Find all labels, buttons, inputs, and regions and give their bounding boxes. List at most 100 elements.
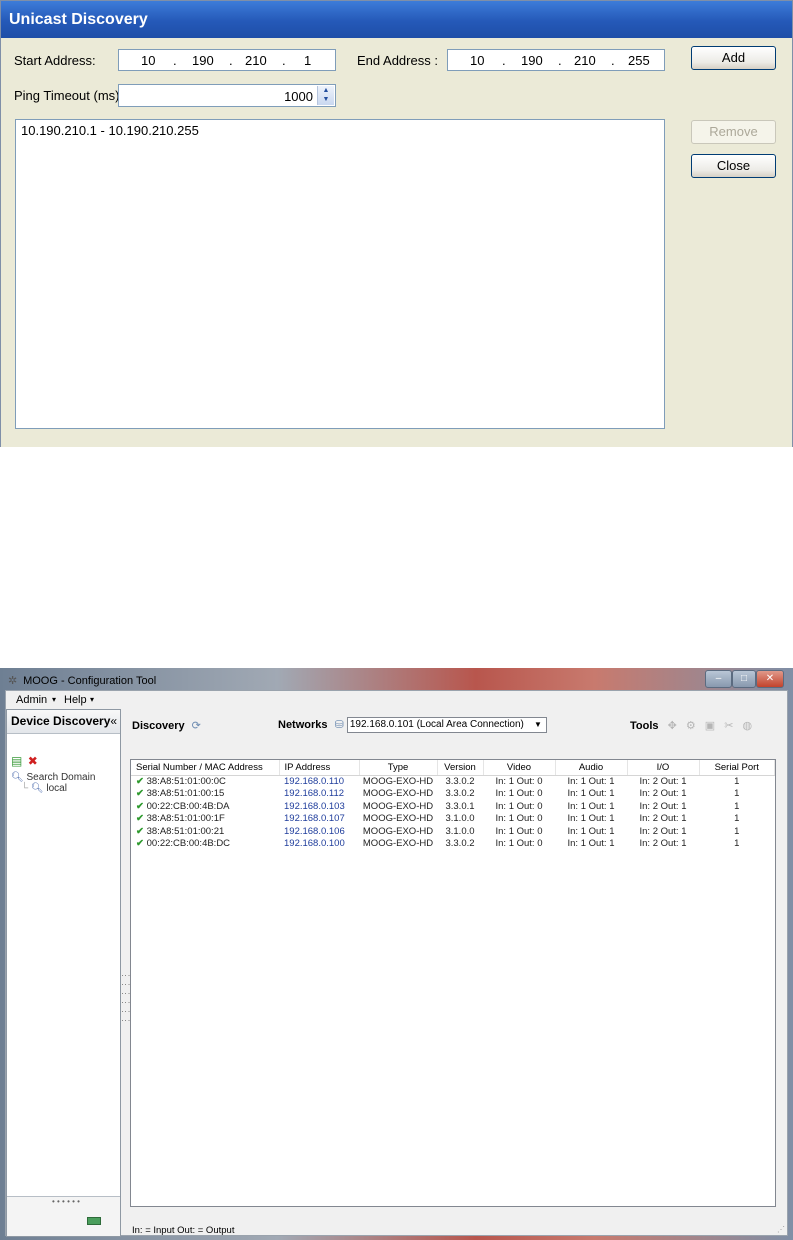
minimize-button[interactable]: – [705, 670, 732, 688]
audio-cell: In: 1 Out: 1 [567, 825, 615, 837]
panel-title: Device Discovery [11, 714, 111, 728]
column-header[interactable]: Type [359, 760, 438, 776]
resize-grip-icon[interactable]: ⋰ [777, 1225, 785, 1234]
version-cell: 3.3.0.2 [445, 775, 475, 787]
audio-cell: In: 1 Out: 1 [567, 813, 615, 824]
tools-group: Tools ✥ ⚙ ▣ ✂ ◍ [630, 719, 752, 732]
network-icon: ⛁ [334, 718, 344, 731]
refresh-icon[interactable]: ⟳ [192, 719, 201, 732]
menu-admin[interactable]: Admin [16, 694, 47, 706]
column-header[interactable]: Serial Number / MAC Address [131, 760, 280, 776]
close-button[interactable]: Close [691, 154, 776, 178]
check-icon: ✔ [136, 800, 144, 812]
search-icon: 🔍︎ [11, 772, 24, 783]
move-icon[interactable]: ✥ [668, 720, 677, 732]
start-address-field[interactable]: 10 . 190 . 210 . 1 [118, 49, 336, 71]
io-cell: In: 2 Out: 1 [639, 800, 687, 812]
serial-port-cell: 1 [734, 825, 740, 837]
ip-cell: 192.168.0.100 [284, 838, 345, 849]
column-header[interactable]: Video [483, 760, 556, 776]
end-address-field[interactable]: 10 . 190 . 210 . 255 [447, 49, 665, 71]
search-icon: 🔍︎ [30, 783, 44, 794]
video-cell: In: 1 Out: 0 [495, 800, 543, 812]
ip-cell: 192.168.0.107 [284, 813, 345, 824]
ping-timeout-label: Ping Timeout (ms): [14, 88, 124, 103]
main-toolbar: Discovery ⟳ Networks ⛁ 192.168.0.101 (Lo… [132, 709, 787, 743]
panel-tools: ▤ ✖ [11, 754, 38, 768]
dot: . [173, 53, 177, 68]
edit-icon[interactable]: ▣ [705, 720, 715, 732]
video-cell: In: 1 Out: 0 [495, 775, 543, 787]
version-cell: 3.1.0.0 [445, 825, 475, 837]
table-row[interactable]: ✔ 38:A8:51:01:00:15 192.168.0.112 MOOG-E… [131, 788, 775, 801]
video-cell: In: 1 Out: 0 [495, 788, 543, 799]
io-cell: In: 2 Out: 1 [639, 788, 687, 799]
collapse-panel-icon[interactable]: « [110, 710, 117, 732]
audio-cell: In: 1 Out: 1 [567, 800, 615, 812]
start-octet-2: 190 [192, 53, 214, 68]
table-row[interactable]: ✔ 00:22:CB:00:4B:DC 192.168.0.100 MOOG-E… [131, 838, 775, 851]
window-close-button[interactable]: ✕ [756, 670, 784, 688]
type-cell: MOOG-EXO-HD [362, 788, 434, 799]
panel-footer: • • • • • • [7, 1196, 120, 1236]
mac-cell: 38:A8:51:01:00:0C [146, 775, 226, 787]
table-header-row: Serial Number / MAC Address IP Address T… [131, 760, 775, 776]
maximize-button[interactable]: □ [732, 670, 756, 688]
mac-cell: 38:A8:51:01:00:15 [146, 788, 225, 799]
app-gear-icon: ✲ [8, 675, 18, 687]
wrench-icon[interactable]: ✂ [724, 720, 733, 732]
ip-cell: 192.168.0.112 [284, 788, 345, 799]
discovery-group: Discovery ⟳ [132, 719, 201, 732]
column-header[interactable]: I/O [627, 760, 700, 776]
network-select[interactable]: 192.168.0.101 (Local Area Connection) ▼ [346, 717, 547, 733]
ip-cell: 192.168.0.106 [284, 825, 345, 837]
add-domain-icon[interactable]: ▤ [11, 754, 22, 768]
dot: . [611, 53, 615, 68]
table-row[interactable]: ✔ 38:A8:51:01:00:1F 192.168.0.107 MOOG-E… [131, 813, 775, 826]
settings-icon[interactable]: ⚙ [686, 720, 696, 732]
audio-cell: In: 1 Out: 1 [567, 788, 615, 799]
type-cell: MOOG-EXO-HD [362, 838, 434, 849]
remove-button[interactable]: Remove [691, 120, 776, 144]
tree-child-label: local [46, 783, 67, 794]
panel-header: Device Discovery « [7, 710, 120, 734]
spin-down-icon[interactable]: ▼ [318, 95, 334, 104]
grip-handle[interactable]: • • • • • • [52, 1197, 80, 1206]
table-row[interactable]: ✔ 38:A8:51:01:00:0C 192.168.0.110 MOOG-E… [131, 775, 775, 788]
globe-icon[interactable]: ◍ [743, 720, 753, 732]
menu-help[interactable]: Help [64, 694, 87, 706]
type-cell: MOOG-EXO-HD [362, 775, 434, 787]
table-row[interactable]: ✔ 00:22:CB:00:4B:DA 192.168.0.103 MOOG-E… [131, 801, 775, 814]
moog-config-window: ✲ MOOG - Configuration Tool – □ ✕ Admin … [0, 668, 793, 1240]
spin-up-icon[interactable]: ▲ [318, 86, 334, 95]
device-discovery-panel: Device Discovery « ▤ ✖ 🔍︎ Search Domain … [6, 709, 121, 1237]
video-cell: In: 1 Out: 0 [495, 838, 543, 849]
column-header[interactable]: Audio [555, 760, 628, 776]
tree-root-label: Search Domain [26, 772, 96, 783]
tree-item-local[interactable]: └ 🔍︎ local [11, 783, 95, 794]
dialog-title: Unicast Discovery [1, 1, 792, 38]
audio-cell: In: 1 Out: 1 [567, 775, 615, 787]
ping-timeout-spinner[interactable]: 1000 ▲ ▼ [118, 84, 336, 107]
dot: . [282, 53, 286, 68]
tree-item-search-domain[interactable]: 🔍︎ Search Domain [11, 772, 95, 783]
device-table: Serial Number / MAC Address IP Address T… [130, 759, 776, 1207]
audio-cell: In: 1 Out: 1 [567, 838, 615, 849]
spinner-buttons[interactable]: ▲ ▼ [317, 86, 334, 105]
address-range-item[interactable]: 10.190.210.1 - 10.190.210.255 [21, 123, 659, 138]
window-title-text: MOOG - Configuration Tool [23, 675, 157, 687]
address-range-list[interactable]: 10.190.210.1 - 10.190.210.255 [15, 119, 665, 429]
column-header[interactable]: Version [437, 760, 484, 776]
end-octet-1: 10 [470, 53, 485, 68]
type-cell: MOOG-EXO-HD [362, 813, 434, 824]
add-button[interactable]: Add [691, 46, 776, 70]
column-header[interactable]: IP Address [279, 760, 360, 776]
check-icon: ✔ [136, 775, 144, 787]
table-row[interactable]: ✔ 38:A8:51:01:00:21 192.168.0.106 MOOG-E… [131, 826, 775, 839]
discovery-label: Discovery [132, 720, 185, 732]
column-header[interactable]: Serial Port [699, 760, 775, 776]
type-cell: MOOG-EXO-HD [362, 825, 434, 837]
video-cell: In: 1 Out: 0 [495, 813, 543, 824]
remove-domain-icon[interactable]: ✖ [28, 754, 38, 768]
menu-help-arrow-icon: ▾ [90, 695, 95, 704]
